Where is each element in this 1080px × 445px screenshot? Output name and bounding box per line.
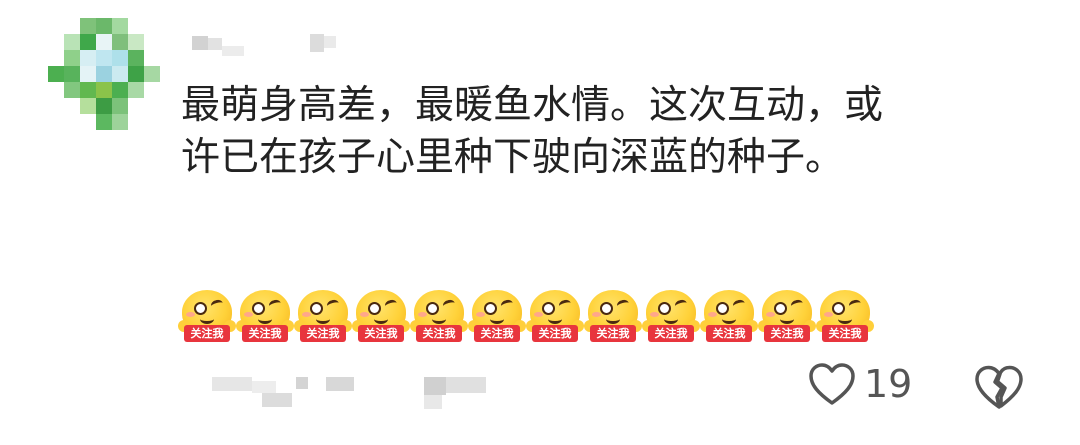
sticker-label: 关注我 [300,325,346,342]
sticker-label: 关注我 [764,325,810,342]
follow-me-emoji-sticker: 关注我 [526,290,584,346]
emoji-sticker-row: 关注我 关注我 关注我 关注我 关注我 关注我 关注我 关注我 关注我 关注我 关注我 关注我 [178,290,874,346]
sticker-label: 关注我 [532,325,578,342]
like-button[interactable]: 19 [808,362,912,406]
heart-outline-icon[interactable] [808,362,856,406]
comment-line: 许已在孩子心里种下驶向深蓝的种子。 [181,135,845,180]
follow-me-emoji-sticker: 关注我 [642,290,700,346]
follow-me-emoji-sticker: 关注我 [584,290,642,346]
avatar[interactable] [48,18,162,132]
follow-me-emoji-sticker: 关注我 [816,290,874,346]
follow-me-emoji-sticker: 关注我 [410,290,468,346]
sticker-label: 关注我 [648,325,694,342]
like-count: 19 [864,362,913,406]
follow-me-emoji-sticker: 关注我 [758,290,816,346]
follow-me-emoji-sticker: 关注我 [178,290,236,346]
sticker-label: 关注我 [590,325,636,342]
follow-me-emoji-sticker: 关注我 [236,290,294,346]
sticker-label: 关注我 [706,325,752,342]
sticker-label: 关注我 [184,325,230,342]
follow-me-emoji-sticker: 关注我 [294,290,352,346]
broken-heart-icon[interactable] [974,364,1024,410]
sticker-label: 关注我 [416,325,462,342]
comment-line: 最萌身高差，最暖鱼水情。这次互动，或 [181,83,884,128]
follow-me-emoji-sticker: 关注我 [700,290,758,346]
follow-me-emoji-sticker: 关注我 [352,290,410,346]
follow-me-emoji-sticker: 关注我 [468,290,526,346]
comment-text: 最萌身高差，最暖鱼水情。这次互动，或 许已在孩子心里种下驶向深蓝的种子。 [181,80,1021,184]
sticker-label: 关注我 [822,325,868,342]
sticker-label: 关注我 [474,325,520,342]
sticker-label: 关注我 [358,325,404,342]
sticker-label: 关注我 [242,325,288,342]
